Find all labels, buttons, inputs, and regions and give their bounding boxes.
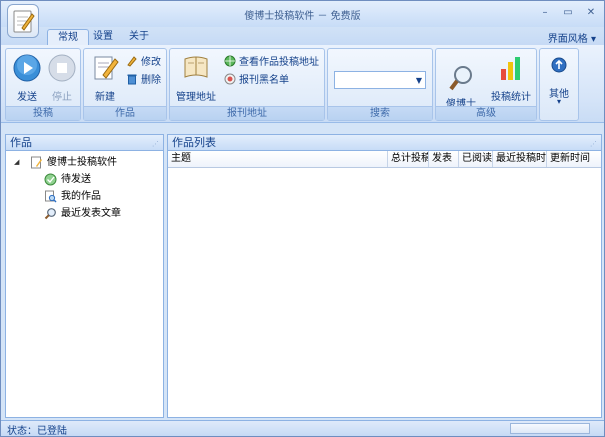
column-last-submission-time[interactable]: 最近投稿时间 <box>493 151 547 167</box>
chevron-down-icon: ▾ <box>556 97 561 106</box>
tree-item-my-works-label: 我的作品 <box>61 191 101 202</box>
group-search-label: 搜索 <box>328 106 432 120</box>
works-panel-header: 作品 ⋰ <box>6 135 163 151</box>
group-journals-label: 报刊地址 <box>170 106 324 120</box>
trash-icon <box>127 74 137 85</box>
submission-stats-label: 投稿统计 <box>491 92 531 103</box>
tab-about[interactable]: 关于 <box>119 29 159 45</box>
tree-item-recent-articles[interactable]: 最近发表文章 <box>6 205 163 222</box>
manage-address-label: 管理地址 <box>176 92 216 103</box>
group-journals: 管理地址 查看作品投稿地址 报刊黑名单 报刊地址 <box>169 48 325 121</box>
column-published[interactable]: 发表 <box>429 151 459 167</box>
window-controls: – ▭ ✕ <box>538 7 598 19</box>
grip-icon[interactable]: ⋰ <box>590 140 598 148</box>
maximize-button[interactable]: ▭ <box>561 7 575 19</box>
play-icon <box>13 54 41 82</box>
stop-button[interactable]: 停止 <box>44 53 80 103</box>
arrow-circle-icon <box>551 57 567 73</box>
tab-settings[interactable]: 设置 <box>83 29 123 45</box>
skin-style-label: 界面风格 <box>547 34 588 45</box>
status-progress-bar <box>510 423 590 434</box>
blacklist-icon <box>224 73 236 85</box>
grip-icon[interactable]: ⋰ <box>152 140 160 148</box>
minimize-button[interactable]: – <box>538 7 552 19</box>
view-submit-address-button[interactable]: 查看作品投稿地址 <box>224 55 319 71</box>
tree-root[interactable]: ◢ 傻博士投稿软件 <box>6 154 163 171</box>
delete-work-label: 删除 <box>141 75 161 86</box>
group-advanced-label: 高级 <box>436 106 536 120</box>
works-list-title: 作品列表 <box>172 136 216 149</box>
pending-icon <box>44 173 57 186</box>
pencil-icon <box>127 56 137 67</box>
works-list-panel: 作品列表 ⋰ 主题 总计投稿 发表 已阅读 最近投稿时间 更新时间 <box>167 134 602 418</box>
address-book-icon <box>184 56 208 78</box>
tree-item-my-works[interactable]: 我的作品 <box>6 188 163 205</box>
magnifier-icon <box>44 208 56 220</box>
send-button[interactable]: 发送 <box>9 53 45 103</box>
stop-label: 停止 <box>52 92 72 103</box>
works-tree: ◢ 傻博士投稿软件 待发送 我的作品 最近发表文章 <box>6 151 163 222</box>
edit-work-button[interactable]: 修改 <box>126 55 161 71</box>
magnifier-icon <box>449 66 472 91</box>
collapse-icon[interactable]: ◢ <box>14 154 19 171</box>
ribbon-tab-bar: 常规 设置 关于 界面风格 ▾ <box>1 27 604 45</box>
group-search: ▼ 搜索 <box>327 48 433 121</box>
chevron-down-icon: ▼ <box>415 76 422 85</box>
journal-blacklist-button[interactable]: 报刊黑名单 <box>224 73 289 89</box>
tree-item-pending[interactable]: 待发送 <box>6 171 163 188</box>
tree-item-pending-label: 待发送 <box>61 174 91 185</box>
column-total-submissions[interactable]: 总计投稿 <box>388 151 429 167</box>
works-panel-title: 作品 <box>10 136 32 149</box>
document-search-icon <box>45 190 57 203</box>
stop-icon <box>48 54 76 82</box>
search-combo[interactable]: ▼ <box>334 71 426 89</box>
delete-work-button[interactable]: 删除 <box>126 73 161 89</box>
bar-chart-icon <box>501 57 520 80</box>
notepad-icon <box>13 10 35 33</box>
manage-address-button[interactable]: 管理地址 <box>173 53 219 103</box>
view-submit-address-label: 查看作品投稿地址 <box>239 57 319 68</box>
send-label: 发送 <box>17 92 37 103</box>
submission-stats-button[interactable]: 投稿统计 <box>488 53 534 103</box>
close-button[interactable]: ✕ <box>584 7 598 19</box>
works-panel: 作品 ⋰ ◢ 傻博士投稿软件 待发送 我的作品 最近发表文章 <box>5 134 164 418</box>
works-list-header: 作品列表 ⋰ <box>168 135 601 151</box>
notepad-icon <box>31 156 42 169</box>
works-grid-body[interactable] <box>168 168 601 418</box>
new-work-label: 新建 <box>95 92 115 103</box>
group-submit-label: 投稿 <box>6 106 80 120</box>
edit-work-label: 修改 <box>141 57 161 68</box>
status-bar: 状态：已登陆 <box>1 420 604 437</box>
works-grid-header: 主题 总计投稿 发表 已阅读 最近投稿时间 更新时间 <box>168 151 601 168</box>
ribbon: 发送 停止 投稿 新建 修改 删除 作品 管理地址 查看作品投稿地址 报刊黑名单… <box>1 45 604 123</box>
main-window: 傻博士投稿软件 － 免费版 – ▭ ✕ 常规 设置 关于 界面风格 ▾ 发送 停… <box>0 0 605 437</box>
window-title: 傻博士投稿软件 － 免费版 <box>244 11 361 22</box>
title-bar[interactable]: 傻博士投稿软件 － 免费版 – ▭ ✕ <box>1 1 604 27</box>
column-read[interactable]: 已阅读 <box>459 151 493 167</box>
tree-root-label: 傻博士投稿软件 <box>47 157 117 168</box>
group-submit: 发送 停止 投稿 <box>5 48 81 121</box>
new-work-button[interactable]: 新建 <box>87 53 123 103</box>
app-menu-button[interactable] <box>7 4 39 38</box>
status-text: 状态：已登陆 <box>7 426 67 437</box>
group-other[interactable]: 其他 ▾ <box>539 48 579 121</box>
column-update-time[interactable]: 更新时间 <box>547 151 601 167</box>
journal-blacklist-label: 报刊黑名单 <box>239 75 289 86</box>
globe-icon <box>224 55 236 67</box>
group-advanced: 傻博士 搜索引擎 投稿统计 高级 <box>435 48 537 121</box>
group-works-label: 作品 <box>84 106 166 120</box>
tree-item-recent-articles-label: 最近发表文章 <box>61 208 121 219</box>
group-works: 新建 修改 删除 作品 <box>83 48 167 121</box>
new-document-icon <box>94 56 119 80</box>
skin-style-menu[interactable]: 界面风格 ▾ <box>548 30 596 45</box>
column-subject[interactable]: 主题 <box>168 151 388 167</box>
chevron-down-icon: ▾ <box>590 34 596 45</box>
